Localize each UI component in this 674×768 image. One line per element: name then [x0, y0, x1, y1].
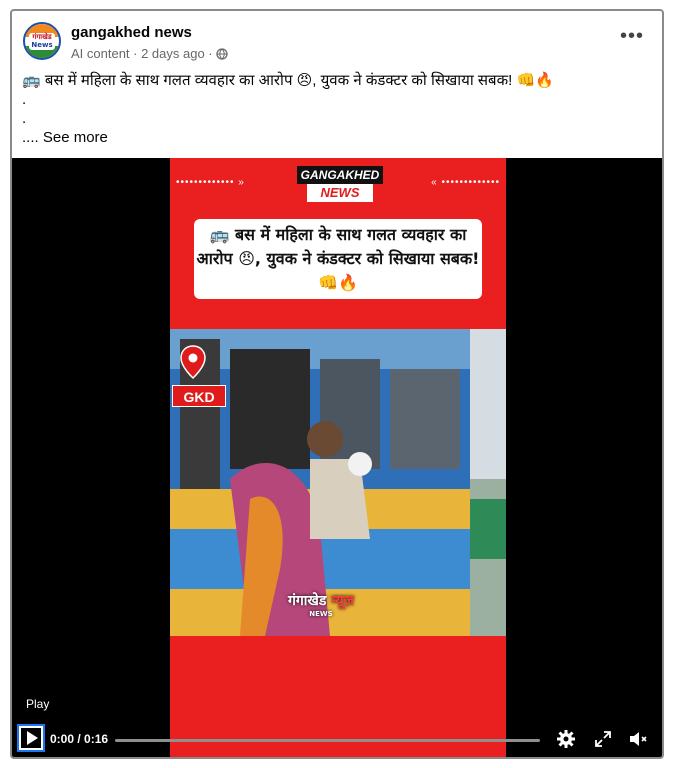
- location-tag: GKD: [172, 385, 226, 407]
- reel-frame: ••••••••••••• » GANGAKHED NEWS « •••••••…: [170, 158, 506, 757]
- see-more-link[interactable]: See more: [43, 129, 108, 146]
- reel-headline: 🚌 बस में महिला के साथ गलत व्यवहार का आरो…: [194, 219, 482, 299]
- player-controls: 0:00 / 0:16: [12, 720, 662, 754]
- progress-bar[interactable]: [115, 739, 540, 742]
- globe-icon: [215, 47, 228, 60]
- brand-top: GANGAKHED: [297, 166, 383, 184]
- brand-dots-right: « •••••••••••••: [431, 177, 500, 188]
- caption-dot-2: .: [22, 110, 27, 127]
- post-header: गंगाखेड News gangakhed news AI content ·…: [12, 11, 662, 73]
- post-caption: 🚌 बस में महिला के साथ गलत व्यवहार का आरो…: [22, 71, 652, 147]
- play-icon: [27, 731, 38, 745]
- post-meta: AI content · 2 days ago ·: [71, 46, 228, 61]
- reel-watermark: गंगाखेड न्यूज़ NEWS: [288, 593, 354, 618]
- brand-dots-left: ••••••••••••• »: [176, 177, 245, 188]
- post-card: गंगाखेड News gangakhed news AI content ·…: [10, 9, 664, 759]
- settings-icon[interactable]: [556, 729, 576, 749]
- avatar-text-1: गंगाखेड: [32, 33, 52, 41]
- brand-bottom: NEWS: [307, 184, 373, 202]
- post-meta-text[interactable]: AI content · 2 days ago ·: [71, 46, 213, 61]
- caption-line: 🚌 बस में महिला के साथ गलत व्यवहार का आरो…: [22, 72, 554, 89]
- video-player[interactable]: ••••••••••••• » GANGAKHED NEWS « •••••••…: [12, 158, 662, 757]
- caption-dot-1: .: [22, 91, 27, 108]
- more-icon[interactable]: •••: [620, 26, 644, 46]
- bus-scene: [170, 329, 506, 636]
- time-display: 0:00 / 0:16: [50, 732, 109, 746]
- see-more-row: .... See more: [22, 128, 652, 147]
- avatar-logo: गंगाखेड News: [29, 33, 55, 50]
- brand-logo: GANGAKHED NEWS: [297, 166, 383, 204]
- brand-row: ••••••••••••• » GANGAKHED NEWS « •••••••…: [170, 164, 506, 204]
- avatar-text-2: News: [31, 41, 53, 49]
- location-pin-icon: [180, 345, 206, 379]
- play-label: Play: [26, 697, 50, 711]
- mute-icon[interactable]: [628, 729, 648, 749]
- fullscreen-icon[interactable]: [593, 729, 613, 749]
- play-button[interactable]: [17, 724, 45, 752]
- video-frame-image: GKD गंगाखेड न्यूज़ NEWS: [170, 329, 506, 636]
- page-avatar[interactable]: गंगाखेड News: [23, 22, 61, 60]
- see-more-prefix: ....: [22, 129, 39, 146]
- page-name[interactable]: gangakhed news: [71, 24, 192, 41]
